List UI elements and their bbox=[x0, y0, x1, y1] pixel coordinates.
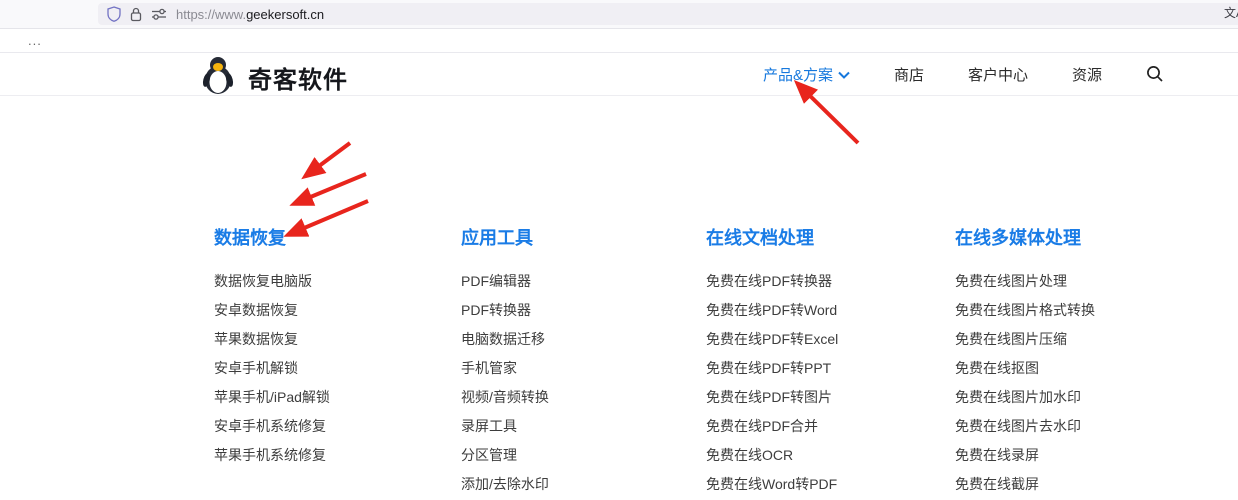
permissions-icon[interactable] bbox=[151, 8, 167, 20]
translate-icon[interactable]: 文A bbox=[1224, 4, 1238, 21]
brand-name: 奇客软件 bbox=[248, 67, 348, 94]
browser-address-bar: https://www.geekersoft.cn 文A bbox=[0, 0, 1238, 29]
menu-item-link[interactable]: 苹果手机系统修复 bbox=[214, 440, 454, 469]
menu-item-link[interactable]: 视频/音频转换 bbox=[461, 382, 701, 411]
brand-logo[interactable]: 奇客软件 bbox=[198, 55, 348, 100]
menu-item-link[interactable]: 手机管家 bbox=[461, 353, 701, 382]
menu-column-title: 数据恢复 bbox=[214, 228, 286, 248]
menu-item-link[interactable]: 免费在线图片加水印 bbox=[955, 382, 1195, 411]
url-domain: geekersoft.cn bbox=[246, 6, 325, 22]
menu-item-link[interactable]: 免费在线PDF转PPT bbox=[706, 353, 946, 382]
menu-item-link[interactable]: 安卓手机系统修复 bbox=[214, 411, 454, 440]
menu-item-link[interactable]: 免费在线图片压缩 bbox=[955, 324, 1195, 353]
menu-column-items: PDF编辑器 PDF转换器 电脑数据迁移 手机管家 视频/音频转换 录屏工具 分区管理 添加/… bbox=[461, 266, 701, 500]
url-scheme: https://www. bbox=[176, 6, 247, 22]
search-icon[interactable] bbox=[1146, 65, 1164, 83]
menu-item-link[interactable]: 添加/去除水印 bbox=[461, 469, 701, 498]
penguin-logo-icon bbox=[198, 55, 238, 100]
menu-column-online-docs: 在线文档处理 免费在线PDF转换器 免费在线PDF转Word 免费在线PDF转Exc… bbox=[706, 224, 946, 498]
menu-item-link[interactable]: 免费在线PDF转Word bbox=[706, 295, 946, 324]
menu-item-link[interactable]: 数据恢复电脑版 bbox=[214, 266, 454, 295]
nav-item-products-label: 产品&方案 bbox=[763, 66, 834, 84]
menu-item-link[interactable]: 免费在线PDF合并 bbox=[706, 411, 946, 440]
menu-column-title: 在线多媒体处理 bbox=[955, 228, 1081, 248]
menu-item-link[interactable]: 分区管理 bbox=[461, 440, 701, 469]
main-nav: 产品&方案 商店 客户中心 资源 bbox=[763, 53, 1164, 95]
menu-item-link[interactable]: 苹果数据恢复 bbox=[214, 324, 454, 353]
menu-column-items: 数据恢复电脑版 安卓数据恢复 苹果数据恢复 安卓手机解锁 苹果手机/iPad解锁 安卓手机… bbox=[214, 266, 454, 469]
menu-item-link[interactable]: 苹果手机/iPad解锁 bbox=[214, 382, 454, 411]
tracking-protection-shield-icon[interactable] bbox=[107, 6, 121, 22]
nav-item-products[interactable]: 产品&方案 bbox=[763, 64, 850, 85]
menu-item-link[interactable]: 免费在线图片格式转换 bbox=[955, 295, 1195, 324]
menu-item-link[interactable]: 免费在线图片处理 bbox=[955, 266, 1195, 295]
menu-item-link[interactable]: 安卓数据恢复 bbox=[214, 295, 454, 324]
menu-item-link[interactable]: 免费在线OCR bbox=[706, 440, 946, 469]
menu-item-link[interactable]: 免费在线PDF转Excel bbox=[706, 324, 946, 353]
site-header: 奇客软件 产品&方案 商店 客户中心 资源 bbox=[0, 52, 1238, 96]
menu-item-link[interactable]: 录屏工具 bbox=[461, 411, 701, 440]
lock-icon[interactable] bbox=[130, 7, 142, 22]
menu-item-link[interactable]: 电脑数据迁移 bbox=[461, 324, 701, 353]
nav-item-customer-center[interactable]: 客户中心 bbox=[968, 64, 1028, 85]
menu-item-link[interactable]: 安卓手机解锁 bbox=[214, 353, 454, 382]
menu-column-title: 在线文档处理 bbox=[706, 228, 814, 248]
menu-column-items: 免费在线PDF转换器 免费在线PDF转Word 免费在线PDF转Excel 免费在线P… bbox=[706, 266, 946, 498]
overflow-dots[interactable]: ... bbox=[28, 33, 42, 48]
menu-column-items: 免费在线图片处理 免费在线图片格式转换 免费在线图片压缩 免费在线抠图 免费在线图片加水… bbox=[955, 266, 1195, 500]
chevron-down-icon bbox=[838, 66, 850, 83]
menu-column-title: 应用工具 bbox=[461, 228, 533, 248]
url-field[interactable]: https://www.geekersoft.cn bbox=[98, 3, 1238, 25]
url-text: https://www.geekersoft.cn bbox=[176, 7, 324, 22]
menu-item-link[interactable]: 免费在线录屏 bbox=[955, 440, 1195, 469]
menu-column-online-media: 在线多媒体处理 免费在线图片处理 免费在线图片格式转换 免费在线图片压缩 免费在线抠图… bbox=[955, 224, 1195, 500]
browser-window: https://www.geekersoft.cn 文A ... 奇客软件 产品… bbox=[0, 0, 1238, 500]
products-mega-menu: 数据恢复 数据恢复电脑版 安卓数据恢复 苹果数据恢复 安卓手机解锁 苹果手机/iPad解… bbox=[0, 96, 1238, 500]
menu-item-link[interactable]: PDF编辑器 bbox=[461, 266, 701, 295]
menu-column-app-tools: 应用工具 PDF编辑器 PDF转换器 电脑数据迁移 手机管家 视频/音频转换 录屏工具 分区… bbox=[461, 224, 701, 500]
nav-item-store[interactable]: 商店 bbox=[894, 64, 924, 85]
menu-item-link[interactable]: 免费在线截屏 bbox=[955, 469, 1195, 498]
menu-item-link[interactable]: 免费在线PDF转换器 bbox=[706, 266, 946, 295]
nav-item-resources[interactable]: 资源 bbox=[1072, 64, 1102, 85]
menu-item-link[interactable]: 免费在线PDF转图片 bbox=[706, 382, 946, 411]
menu-item-link[interactable]: 免费在线Word转PDF bbox=[706, 469, 946, 498]
menu-item-link[interactable]: 免费在线图片去水印 bbox=[955, 411, 1195, 440]
menu-column-data-recovery: 数据恢复 数据恢复电脑版 安卓数据恢复 苹果数据恢复 安卓手机解锁 苹果手机/iPad解… bbox=[214, 224, 454, 469]
menu-item-link[interactable]: PDF转换器 bbox=[461, 295, 701, 324]
menu-item-link[interactable]: 免费在线抠图 bbox=[955, 353, 1195, 382]
